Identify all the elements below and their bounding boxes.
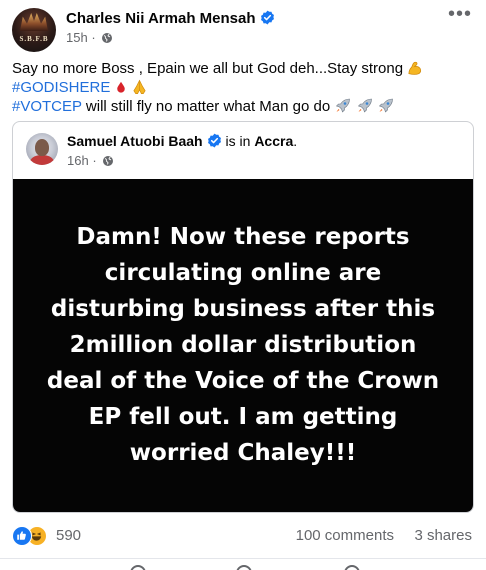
verified-badge-icon <box>207 133 221 148</box>
rocket-emoji <box>378 98 393 113</box>
location-suffix: . <box>293 133 298 149</box>
author-avatar[interactable]: S.B.F.B <box>12 8 56 52</box>
status-text-line: deal of the Voice of the Crown <box>46 368 440 394</box>
caption-text-3: will still fly no matter what Man go do <box>81 98 331 115</box>
post-meta: 15h · <box>66 30 113 45</box>
caption-line-1: Say no more Boss , Epain we all but God … <box>12 59 478 78</box>
shared-post-meta: 16h · <box>67 153 114 168</box>
post-caption: Say no more Boss , Epain we all but God … <box>12 59 478 116</box>
status-text-line: worried Chaley!!! <box>129 440 357 466</box>
shared-post-header: Samuel Atuobi Baah is in Accra. 16h · <box>13 122 473 178</box>
shares-count-link[interactable]: 3 shares <box>414 527 472 544</box>
like-icon <box>12 526 32 546</box>
avatar-face-shape <box>35 139 49 156</box>
post-action-row <box>0 558 486 570</box>
comments-count-link[interactable]: 100 comments <box>296 527 394 544</box>
avatar-shirt-shape <box>30 155 54 165</box>
location-link[interactable]: Accra <box>254 133 293 149</box>
author-name-link[interactable]: Charles Nii Armah Mensah <box>66 10 275 27</box>
globe-icon <box>102 33 113 43</box>
engagement-bar: 590 100 comments 3 shares <box>12 524 474 548</box>
caption-line-3: #VOTCEP will still fly no matter what Ma… <box>12 97 478 116</box>
reaction-count[interactable]: 590 <box>56 527 81 544</box>
shared-author-avatar[interactable] <box>26 133 58 165</box>
drop-of-blood-emoji <box>116 81 125 93</box>
post-time-link[interactable]: 15h <box>66 30 88 45</box>
status-text-line: Damn! Now these reports <box>76 224 410 250</box>
folded-hands-emoji <box>133 79 146 94</box>
comment-action-icon[interactable] <box>236 565 252 570</box>
status-text-line: circulating online are <box>104 260 382 286</box>
globe-icon <box>103 156 114 166</box>
status-text-background: Damn! Now these reports circulating onli… <box>13 179 473 512</box>
reaction-icons[interactable] <box>12 525 52 547</box>
status-text-line: 2million dollar distribution <box>69 332 417 358</box>
location-prefix: is in <box>221 133 255 149</box>
avatar-crest-image <box>20 13 48 31</box>
status-text-line: EP fell out. I am getting <box>88 404 398 430</box>
more-options-button[interactable]: ••• <box>446 4 474 28</box>
shared-post-card[interactable]: Samuel Atuobi Baah is in Accra. 16h · Da… <box>12 121 474 513</box>
shared-post-time-link[interactable]: 16h <box>67 153 89 168</box>
caption-text-1: Say no more Boss , Epain we all but God … <box>12 60 404 77</box>
avatar-tag-text: S.B.F.B <box>19 35 49 43</box>
rocket-emoji <box>336 98 351 113</box>
shared-author-name-link[interactable]: Samuel Atuobi Baah <box>67 133 203 149</box>
flexed-biceps-emoji <box>408 61 422 75</box>
share-action-icon[interactable] <box>344 565 360 570</box>
rocket-emoji <box>357 98 372 113</box>
more-options-icon: ••• <box>447 3 472 25</box>
hashtag-votcep-link[interactable]: #VOTCEP <box>12 98 82 115</box>
status-text-line: disturbing business after this <box>50 296 436 322</box>
verified-badge-icon <box>260 10 274 25</box>
status-text: Damn! Now these reports circulating onli… <box>28 219 458 471</box>
caption-line-2: #GODISHERE <box>12 78 478 97</box>
shared-author-line: Samuel Atuobi Baah is in Accra. <box>67 133 297 149</box>
like-action-icon[interactable] <box>130 565 146 570</box>
author-name: Charles Nii Armah Mensah <box>66 10 256 27</box>
post-header: S.B.F.B Charles Nii Armah Mensah 15h · •… <box>12 4 474 52</box>
hashtag-godishere-link[interactable]: #GODISHERE <box>12 79 110 96</box>
